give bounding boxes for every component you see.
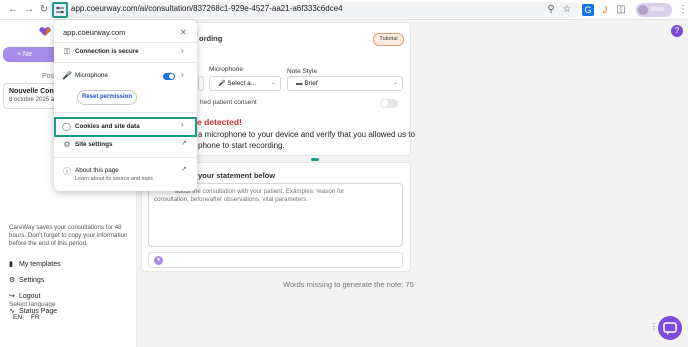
info-icon: ⓘ (63, 167, 71, 176)
dictation-bar: ● (148, 252, 403, 268)
sidebar-item-settings[interactable]: ⚙ Settings (9, 276, 129, 286)
cookie-icon: ◯ (62, 122, 71, 131)
chevron-right-icon[interactable]: › (181, 70, 184, 79)
microphone-permission-toggle[interactable] (163, 73, 175, 80)
chevron-right-icon: › (181, 120, 184, 129)
no-microphone-alert: e detected! (197, 117, 242, 127)
sidebar-item-status-page[interactable]: ∿ Status Page (9, 307, 129, 317)
browser-menu-icon[interactable]: ⋮ (676, 3, 688, 17)
zoom-icon[interactable]: ⚲ (544, 3, 558, 17)
sidebar-item-label: Logout (19, 293, 41, 300)
note-style-value: Brief (304, 80, 318, 87)
divider (54, 42, 197, 43)
connection-label: Connection is secure (75, 48, 139, 55)
language-en[interactable]: EN (13, 314, 22, 321)
extensions-puzzle-icon[interactable]: ◫ (614, 3, 628, 17)
left-select[interactable] (198, 76, 204, 91)
site-settings-row[interactable]: ⚙ Site settings ↗ (54, 137, 197, 153)
avatar (638, 5, 648, 15)
statement-placeholder-2: consultation, before/after observations,… (154, 196, 309, 203)
sidebar-item-my-templates[interactable]: ▮ My templates (9, 260, 129, 270)
resize-handle[interactable] (311, 158, 319, 161)
profile-label: Work (650, 7, 664, 13)
divider (54, 62, 197, 63)
forward-icon[interactable]: → (22, 3, 36, 17)
microphone-instruction-2: phone to start recording. (198, 141, 285, 150)
microphone-icon: 🎤 (62, 71, 72, 80)
close-icon[interactable]: ✕ (180, 28, 187, 37)
cookies-label: Cookies and site data (75, 123, 140, 130)
extension-g-icon[interactable]: G (582, 4, 594, 16)
microphone-permission-label: Microphone (75, 72, 108, 79)
microphone-field-label: Microphone (209, 66, 243, 73)
note-style-label: Note Style (287, 68, 317, 75)
site-info-icon[interactable] (52, 2, 68, 18)
gear-icon: ⚙ (9, 277, 16, 284)
retention-notice: CareWay saves your consultations for 48 … (9, 224, 128, 247)
reset-permission-button[interactable]: Reset permission (77, 90, 137, 105)
about-page-subtitle: Learn about its source and topic (75, 176, 154, 182)
microphone-icon: 🎤 (218, 81, 226, 87)
settings-icon: ⚙ (63, 140, 71, 149)
sidebar-item-label: Settings (19, 277, 45, 284)
microphone-permission-row: 🎤 Microphone › (54, 68, 197, 84)
note-style-icon: ▬ (296, 80, 303, 87)
templates-icon: ▮ (9, 261, 13, 268)
microphone-select-value: Select a... (227, 80, 257, 87)
consent-toggle[interactable] (380, 99, 398, 108)
connection-row[interactable]: ⚿ Connection is secure › (54, 44, 197, 60)
chevron-down-icon: ⌄ (392, 80, 398, 86)
chat-icon (663, 322, 677, 335)
microphone-select[interactable]: 🎤 Select a... ⌄ (209, 76, 281, 91)
note-style-select[interactable]: ▬ Brief ⌄ (287, 76, 403, 91)
divider (54, 112, 197, 113)
language-fr[interactable]: FR (31, 314, 40, 321)
microphone-instruction: a microphone to your device and verify t… (198, 130, 416, 139)
bookmark-star-icon[interactable]: ☆ (560, 3, 574, 17)
recording-heading: ording (199, 34, 223, 43)
popup-domain: app.coeurway.com (63, 28, 126, 37)
cookies-site-data-row[interactable]: ◯ Cookies and site data › (54, 117, 197, 137)
words-missing-counter: Words missing to generate the note: 75 (283, 280, 414, 289)
help-icon[interactable]: ? (671, 25, 683, 37)
statement-heading: your statement below (198, 171, 276, 180)
external-link-icon: ↗ (181, 166, 187, 173)
about-page-label: About this page (75, 167, 119, 174)
chevron-right-icon: › (181, 46, 184, 55)
url-text[interactable]: app.coeurway.com/ai/consultation/837268c… (71, 4, 343, 13)
sidebar-item-label: My templates (19, 261, 61, 268)
tutorial-button[interactable]: Tutorial (373, 33, 404, 46)
external-link-icon: ↗ (181, 140, 187, 147)
divider (54, 157, 197, 158)
profile-button[interactable]: Work (636, 3, 672, 17)
statement-textarea[interactable]: about the consultation with your patient… (148, 183, 403, 247)
extension-j-icon[interactable]: J (599, 4, 611, 16)
language-label: Select language (9, 301, 56, 308)
heart-logo-icon (39, 27, 51, 36)
microphone-icon[interactable]: ● (154, 256, 163, 265)
consent-label: hed patient consent (200, 99, 257, 106)
chat-button[interactable] (658, 316, 682, 340)
browser-toolbar: ← → ↻ app.coeurway.com/ai/consultation/8… (0, 0, 688, 20)
lock-icon: ⚿ (63, 47, 71, 56)
chevron-down-icon: ⌄ (270, 80, 276, 86)
site-settings-label: Site settings (75, 141, 113, 148)
back-icon[interactable]: ← (6, 3, 20, 17)
